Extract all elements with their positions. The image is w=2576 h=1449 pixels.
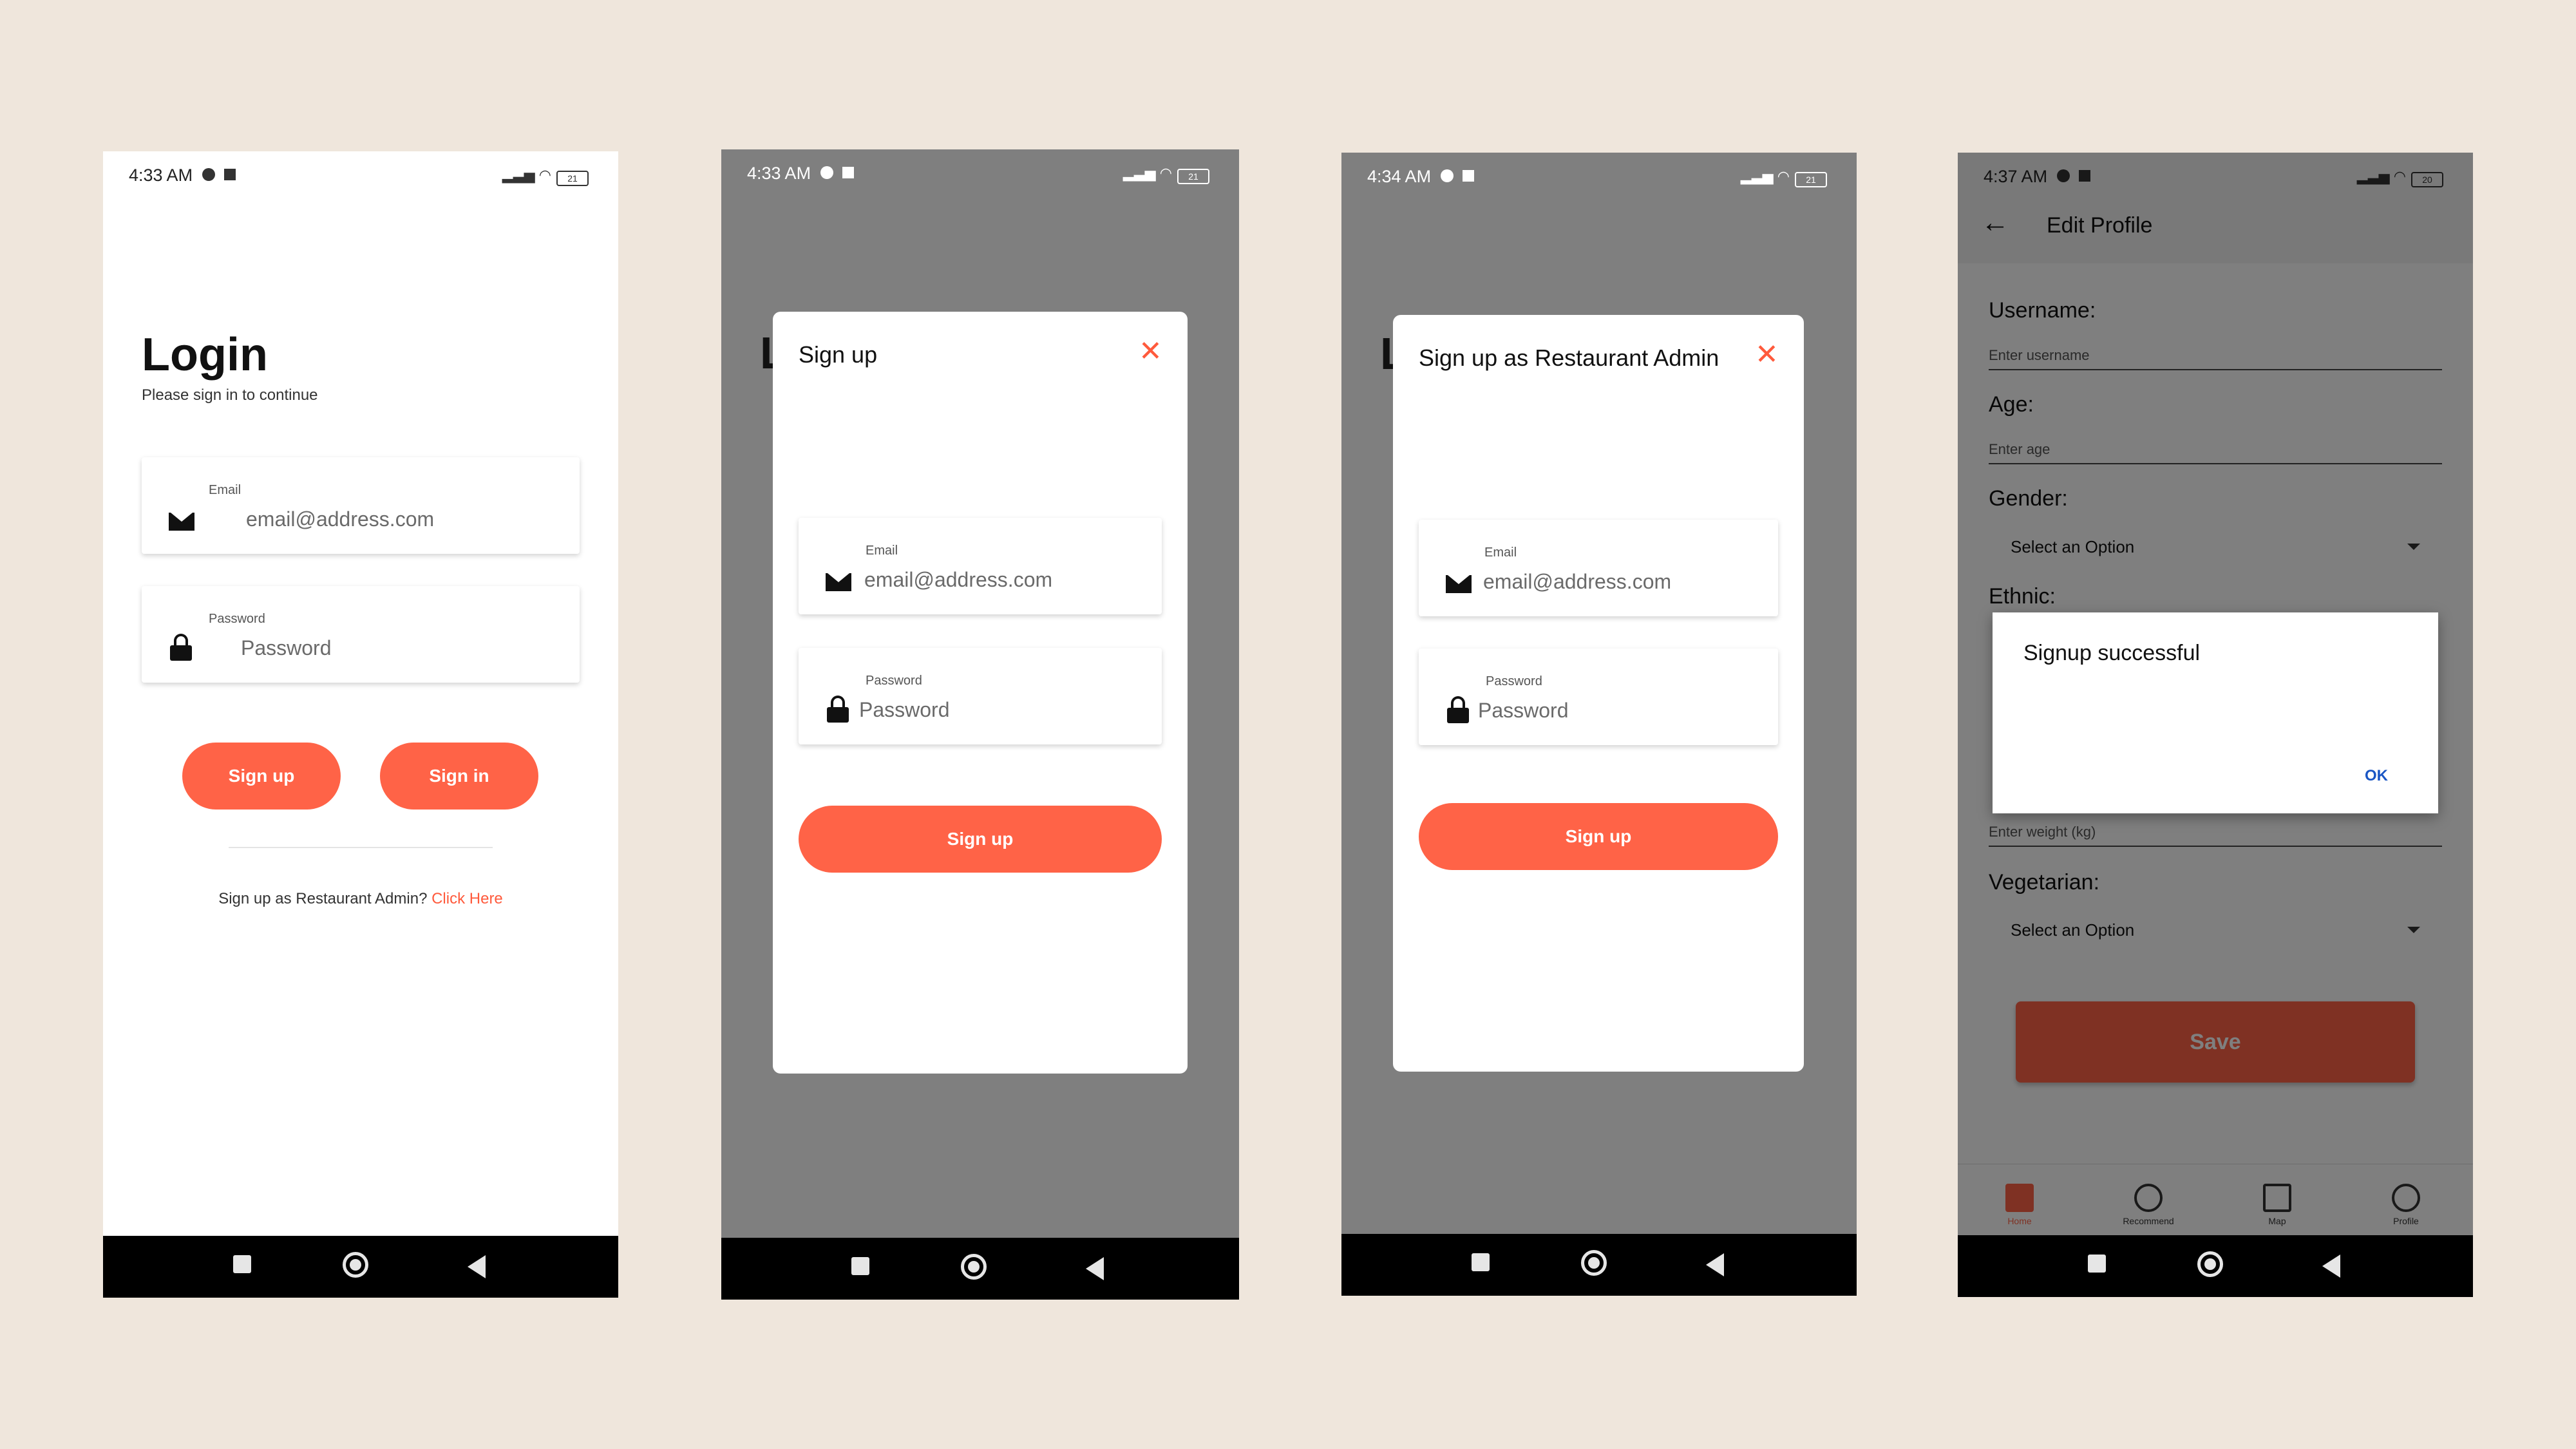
admin-signup-screen: 4:34 AM ▂▃▅ ◠21 L Sign up as Restaurant … — [1341, 153, 1857, 1296]
password-label: Password — [1486, 674, 1542, 688]
wifi-icon: ◠ — [1777, 168, 1790, 184]
admin-signup-link[interactable]: Click Here — [431, 890, 503, 907]
system-nav-bar — [721, 1238, 1239, 1300]
back-nav-icon[interactable] — [468, 1255, 486, 1278]
notification-icon — [1463, 170, 1474, 182]
status-time: 4:33 AM — [747, 164, 811, 183]
lock-icon — [170, 634, 192, 661]
email-label: Email — [209, 483, 242, 497]
password-field[interactable]: Password Password — [1419, 649, 1778, 745]
wifi-icon: ◠ — [1159, 165, 1172, 181]
signal-icon: ▂▃▅ — [1740, 168, 1774, 184]
close-icon[interactable]: ✕ — [1139, 335, 1162, 368]
battery-icon: 21 — [1795, 172, 1827, 187]
battery-icon: 21 — [556, 171, 589, 186]
signin-button[interactable]: Sign in — [380, 743, 538, 810]
notification-icon — [820, 166, 833, 179]
admin-prompt-text: Sign up as Restaurant Admin? — [218, 890, 428, 907]
login-screen: 4:33 AM ▂▃▅ ◠ 21 Login Please sign in to … — [103, 151, 618, 1298]
status-time: 4:33 AM — [129, 166, 193, 185]
battery-icon: 21 — [1177, 169, 1209, 184]
email-field[interactable]: Email email@address.com — [799, 518, 1162, 614]
status-bar: 4:33 AM ▂▃▅ ◠ 21 — [103, 151, 618, 203]
page-subtitle: Please sign in to continue — [142, 386, 318, 404]
close-icon[interactable]: ✕ — [1755, 338, 1779, 371]
password-field[interactable]: Password Password — [799, 648, 1162, 744]
back-nav-icon[interactable] — [2322, 1255, 2340, 1278]
notification-icon — [224, 169, 236, 180]
email-label: Email — [1484, 545, 1517, 560]
divider — [229, 847, 493, 848]
system-nav-bar — [1341, 1234, 1857, 1296]
password-input[interactable]: Password — [859, 698, 950, 722]
dialog-message: Signup successful — [2023, 641, 2201, 665]
admin-signup-prompt: Sign up as Restaurant Admin? Click Here — [103, 890, 618, 908]
password-input[interactable]: Password — [241, 636, 332, 660]
notification-icon — [1441, 169, 1454, 182]
password-input[interactable]: Password — [1478, 699, 1569, 723]
email-field[interactable]: Email email@address.com — [142, 457, 580, 554]
signup-modal: Sign up ✕ Email email@address.com Passwo… — [773, 312, 1188, 1074]
recents-icon[interactable] — [851, 1257, 869, 1275]
home-nav-icon[interactable] — [1581, 1250, 1607, 1276]
modal-title: Sign up — [799, 341, 878, 368]
back-nav-icon[interactable] — [1086, 1257, 1104, 1280]
recents-icon[interactable] — [2088, 1255, 2106, 1273]
signal-icon: ▂▃▅ — [502, 167, 535, 183]
home-nav-icon[interactable] — [961, 1254, 987, 1280]
signup-submit-button[interactable]: Sign up — [1419, 803, 1778, 870]
recents-icon[interactable] — [1472, 1253, 1490, 1271]
email-input[interactable]: email@address.com — [1483, 570, 1671, 594]
dialog-ok-button[interactable]: OK — [2365, 767, 2388, 785]
notification-icon — [202, 168, 215, 181]
email-input[interactable]: email@address.com — [246, 507, 434, 531]
wifi-icon: ◠ — [538, 167, 551, 183]
lock-icon — [1447, 696, 1469, 723]
password-label: Password — [866, 674, 922, 688]
admin-signup-modal: Sign up as Restaurant Admin ✕ Email emai… — [1393, 315, 1804, 1072]
lock-icon — [827, 696, 849, 723]
back-nav-icon[interactable] — [1706, 1253, 1724, 1276]
signup-screen: 4:33 AM ▂▃▅ ◠21 L Sign up ✕ Email email@… — [721, 149, 1239, 1300]
password-label: Password — [209, 612, 265, 626]
status-time: 4:34 AM — [1367, 167, 1432, 186]
home-nav-icon[interactable] — [2197, 1251, 2223, 1277]
notification-icon — [842, 167, 854, 178]
envelope-icon — [826, 573, 851, 591]
signup-success-dialog: Signup successful OK — [1993, 612, 2438, 813]
envelope-icon — [169, 513, 194, 531]
status-bar: 4:34 AM ▂▃▅ ◠ 21 — [1341, 153, 1857, 204]
envelope-icon — [1446, 575, 1472, 593]
edit-profile-screen: 4:37 AM ▂▃▅ ◠20 ← Edit Profile Username:… — [1958, 153, 2473, 1297]
signal-icon: ▂▃▅ — [1122, 165, 1156, 181]
email-label: Email — [866, 544, 898, 558]
password-field[interactable]: Password Password — [142, 586, 580, 683]
page-title: Login — [142, 329, 268, 381]
status-bar: 4:33 AM ▂▃▅ ◠ 21 — [721, 149, 1239, 201]
system-nav-bar — [103, 1236, 618, 1298]
system-nav-bar — [1958, 1235, 2473, 1297]
signup-submit-button[interactable]: Sign up — [799, 806, 1162, 873]
home-nav-icon[interactable] — [343, 1252, 368, 1278]
recents-icon[interactable] — [233, 1255, 251, 1273]
email-field[interactable]: Email email@address.com — [1419, 520, 1778, 616]
signup-button[interactable]: Sign up — [182, 743, 341, 810]
email-input[interactable]: email@address.com — [864, 568, 1052, 592]
modal-title: Sign up as Restaurant Admin — [1419, 345, 1719, 371]
